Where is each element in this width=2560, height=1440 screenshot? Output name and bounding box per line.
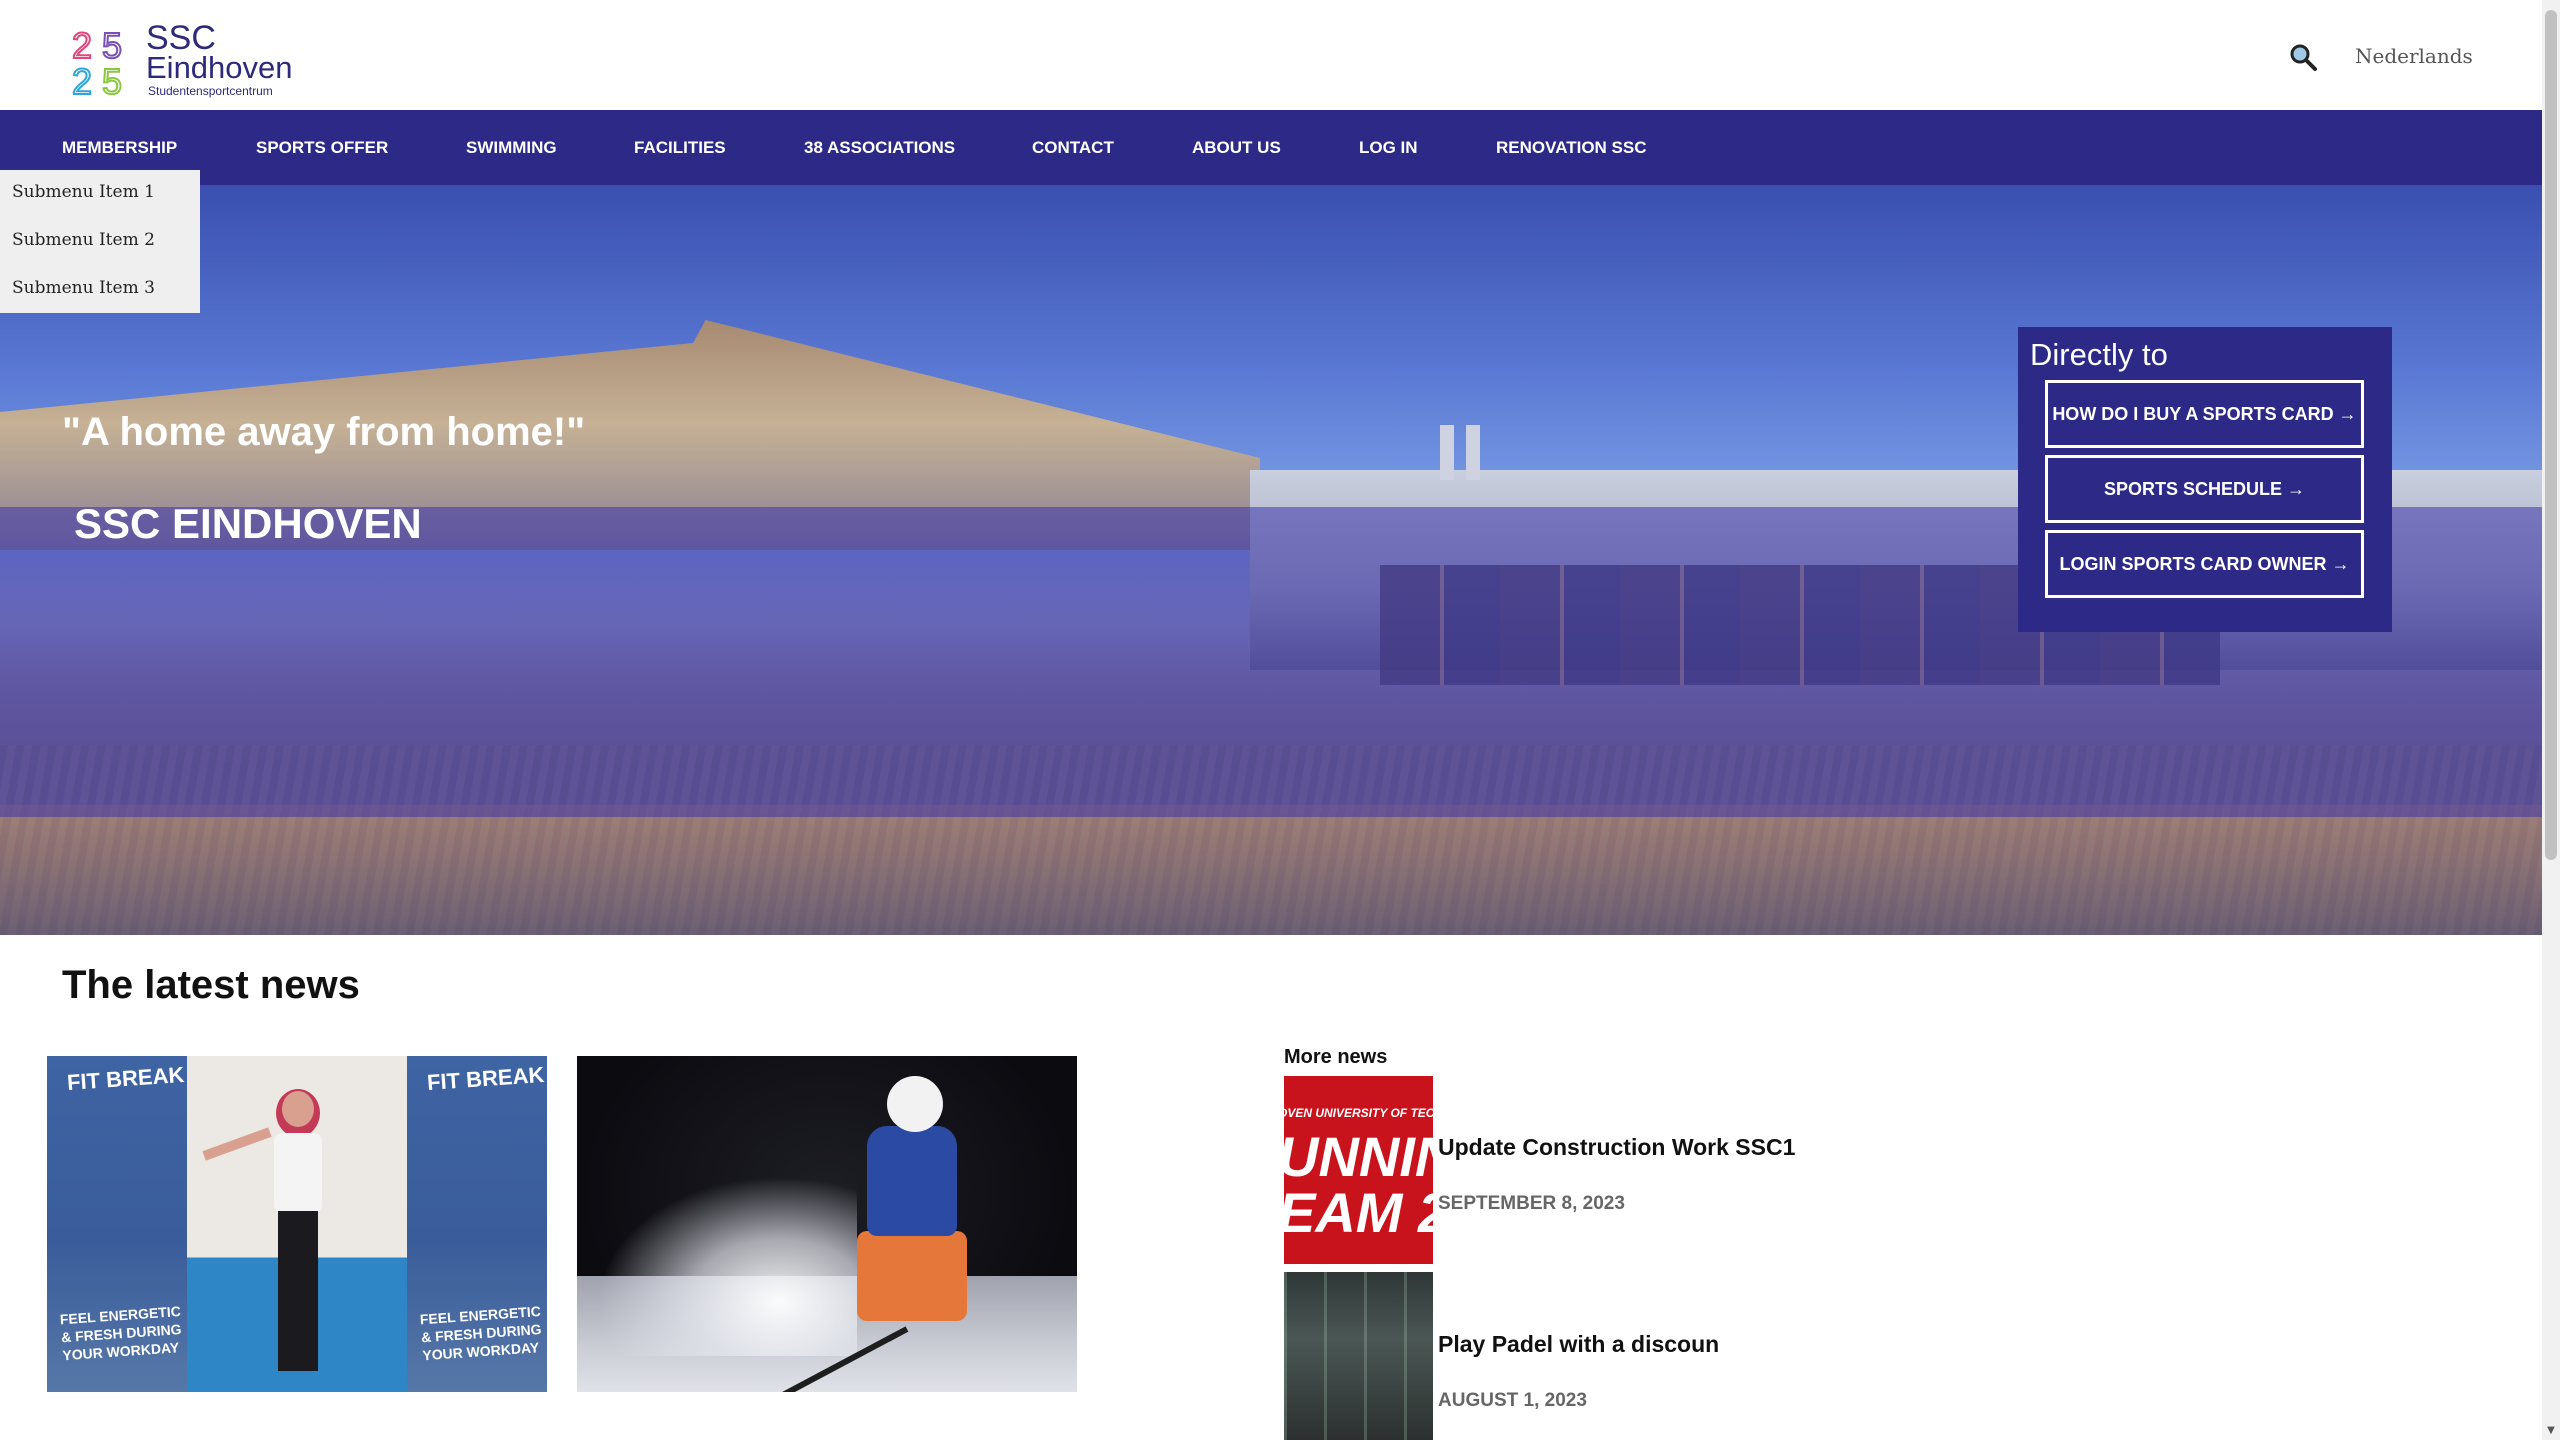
fit-break-banner-title: FIT BREAK bbox=[426, 1061, 546, 1096]
dropdown-item-2[interactable]: Submenu Item 2 bbox=[12, 230, 155, 250]
hero-chimney bbox=[1466, 425, 1480, 480]
dropdown-item-1[interactable]: Submenu Item 1 bbox=[12, 182, 155, 202]
instructor-shirt bbox=[274, 1133, 322, 1213]
ssc-logo[interactable]: 2 5 2 5 SSC Eindhoven Studentensportcent… bbox=[72, 20, 293, 100]
hero-chimney bbox=[1440, 425, 1454, 480]
fit-break-banner-slogan: FEEL ENERGETIC & FRESH DURING YOUR WORKD… bbox=[59, 1303, 182, 1364]
hockey-player-helmet bbox=[887, 1076, 943, 1132]
news-thumb-construction[interactable]: OVEN UNIVERSITY OF TECH UNNIN EAM 20 bbox=[1284, 1076, 1433, 1264]
instructor-head bbox=[282, 1091, 314, 1127]
padel-court-glass bbox=[1284, 1272, 1433, 1440]
login-sports-card-owner-button[interactable]: LOGIN SPORTS CARD OWNER → bbox=[2045, 530, 2364, 598]
hockey-player-legs bbox=[857, 1231, 967, 1321]
news-image-fit-break[interactable]: FIT BREAK FEEL ENERGETIC & FRESH DURING … bbox=[47, 1056, 547, 1392]
nav-item-log-in[interactable]: LOG IN bbox=[1359, 110, 1418, 185]
fit-break-banner: FIT BREAK FEEL ENERGETIC & FRESH DURING … bbox=[407, 1056, 547, 1392]
nav-item-associations[interactable]: 38 ASSOCIATIONS bbox=[804, 110, 955, 185]
page-scrollbar[interactable]: ▼ bbox=[2542, 0, 2560, 1440]
hero-pavement-glow bbox=[0, 805, 2542, 935]
nav-item-sports-offer[interactable]: SPORTS OFFER bbox=[256, 110, 388, 185]
directly-to-title: Directly to bbox=[2030, 337, 2168, 372]
scrollbar-thumb[interactable] bbox=[2545, 10, 2557, 860]
hero-title: SSC EINDHOVEN bbox=[74, 500, 422, 547]
news-thumb-padel[interactable] bbox=[1284, 1272, 1433, 1440]
nav-item-contact[interactable]: CONTACT bbox=[1032, 110, 1114, 185]
search-icon[interactable] bbox=[2288, 42, 2318, 72]
main-nav: MEMBERSHIP SPORTS OFFER SWIMMING FACILIT… bbox=[0, 110, 2542, 185]
scroll-down-arrow-icon[interactable]: ▼ bbox=[2544, 1424, 2558, 1438]
svg-text:2: 2 bbox=[72, 25, 92, 66]
nav-item-about-us[interactable]: ABOUT US bbox=[1192, 110, 1281, 185]
svg-text:5: 5 bbox=[102, 25, 122, 66]
hockey-player-jersey bbox=[867, 1126, 957, 1236]
fit-break-banner-title: FIT BREAK bbox=[66, 1061, 186, 1096]
fit-break-banner-slogan: FEEL ENERGETIC & FRESH DURING YOUR WORKD… bbox=[419, 1303, 542, 1364]
news-title-construction[interactable]: Update Construction Work SSC1 bbox=[1438, 1134, 1795, 1161]
logo-text-eindhoven: Eindhoven bbox=[146, 50, 293, 85]
site-header: 2 5 2 5 SSC Eindhoven Studentensportcent… bbox=[0, 0, 2542, 110]
more-news-label: More news bbox=[1284, 1046, 1388, 1068]
hero-quote: "A home away from home!" bbox=[62, 410, 586, 454]
fit-break-instructor bbox=[202, 1089, 322, 1381]
news-heading: The latest news bbox=[62, 963, 360, 1007]
ice-spray bbox=[597, 1176, 857, 1356]
membership-dropdown: Submenu Item 1 Submenu Item 2 Submenu It… bbox=[0, 170, 200, 313]
logo-text-subtitle: Studentensportcentrum bbox=[148, 84, 273, 98]
news-date: SEPTEMBER 8, 2023 bbox=[1438, 1193, 1625, 1214]
language-switch[interactable]: Nederlands bbox=[2355, 44, 2473, 68]
nav-item-renovation[interactable]: RENOVATION SSC bbox=[1496, 110, 1647, 185]
instructor-pants bbox=[278, 1211, 318, 1371]
news-title-padel[interactable]: Play Padel with a discoun bbox=[1438, 1331, 1719, 1358]
news-date: AUGUST 1, 2023 bbox=[1438, 1390, 1587, 1411]
nav-item-facilities[interactable]: FACILITIES bbox=[634, 110, 726, 185]
news-image-ice-hockey[interactable] bbox=[577, 1056, 1077, 1392]
nav-item-swimming[interactable]: SWIMMING bbox=[466, 110, 557, 185]
thumb-text: EAM 20 bbox=[1284, 1181, 1433, 1244]
dropdown-item-3[interactable]: Submenu Item 3 bbox=[12, 278, 155, 298]
thumb-text: OVEN UNIVERSITY OF TECH bbox=[1284, 1106, 1433, 1120]
fit-break-banner: FIT BREAK FEEL ENERGETIC & FRESH DURING … bbox=[47, 1056, 187, 1392]
sports-schedule-button[interactable]: SPORTS SCHEDULE → bbox=[2045, 455, 2364, 523]
svg-text:2: 2 bbox=[72, 61, 92, 96]
directly-to-panel: Directly to HOW DO I BUY A SPORTS CARD →… bbox=[2018, 327, 2392, 632]
logo-mark-icon: 2 5 2 5 bbox=[72, 24, 123, 96]
svg-text:5: 5 bbox=[102, 61, 122, 96]
buy-sports-card-button[interactable]: HOW DO I BUY A SPORTS CARD → bbox=[2045, 380, 2364, 448]
